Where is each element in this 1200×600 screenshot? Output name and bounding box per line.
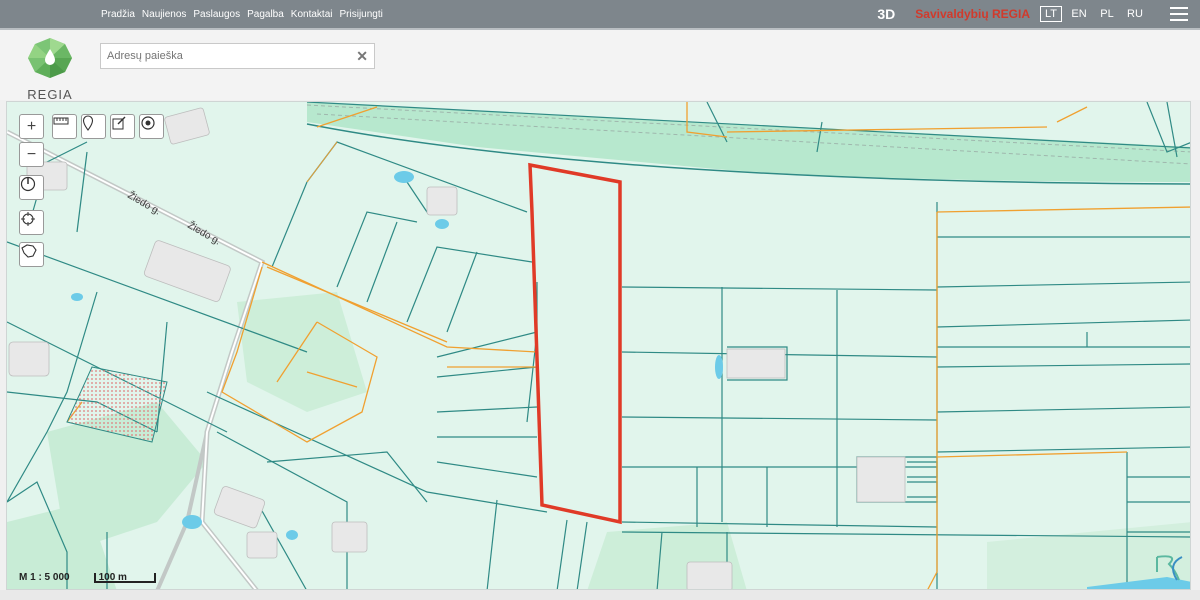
clear-icon[interactable]: ✕ — [356, 48, 368, 65]
selected-parcel-outline[interactable] — [528, 162, 622, 525]
footer — [0, 590, 1200, 600]
lang-en[interactable]: EN — [1068, 7, 1090, 21]
nav-help[interactable]: Pagalba — [247, 9, 284, 20]
lang-ru[interactable]: RU — [1124, 7, 1146, 21]
map-canvas[interactable]: Žiedo g. Žiedo g. — [7, 102, 1191, 590]
3d-button[interactable]: 3D — [877, 6, 895, 22]
logo-text: REGIA — [27, 87, 73, 102]
menu-icon[interactable] — [1170, 7, 1188, 21]
nav-services[interactable]: Paslaugos — [193, 9, 240, 20]
street-label: Žiedo g. — [186, 218, 224, 247]
main-nav: Pradžia Naujienos Paslaugos Pagalba Kont… — [101, 9, 383, 20]
scale-distance: 100 m — [93, 573, 156, 583]
header-right: 3D Savivaldybių REGIA LT EN PL RU — [877, 6, 1188, 22]
nav-contacts[interactable]: Kontaktai — [291, 9, 333, 20]
top-navigation-bar: Pradžia Naujienos Paslaugos Pagalba Kont… — [0, 0, 1200, 30]
nav-login[interactable]: Prisijungti — [340, 9, 383, 20]
scale-ratio: M 1 : 5 000 — [19, 572, 70, 583]
railway-band — [307, 102, 1190, 182]
map-view[interactable]: Žiedo g. Žiedo g. + − M 1 : 5 000 100 m — [6, 101, 1191, 590]
locate-icon[interactable] — [19, 210, 44, 235]
lithuania-outline-icon[interactable] — [19, 242, 44, 267]
address-search: ✕ — [100, 43, 375, 69]
edit-icon[interactable] — [110, 114, 135, 139]
zoom-out-icon[interactable]: − — [19, 142, 44, 167]
logo[interactable]: REGIA — [22, 36, 78, 102]
street-label: Žiedo g. — [126, 188, 164, 217]
regia-logo-icon — [28, 38, 72, 78]
header: REGIA ✕ — [0, 30, 1200, 102]
forest-area — [237, 292, 367, 412]
pin-icon[interactable] — [81, 114, 106, 139]
water-bodies — [71, 171, 1190, 589]
scale-bar: M 1 : 5 000 100 m — [19, 572, 156, 583]
lang-pl[interactable]: PL — [1096, 7, 1118, 21]
target-icon[interactable] — [139, 114, 164, 139]
brand-title: Savivaldybių REGIA — [915, 7, 1030, 21]
nav-home[interactable]: Pradžia — [101, 9, 135, 20]
lang-lt[interactable]: LT — [1040, 6, 1062, 22]
search-input[interactable] — [101, 44, 341, 68]
compass-icon[interactable] — [19, 175, 44, 200]
measure-icon[interactable] — [52, 114, 77, 139]
zoom-in-icon[interactable]: + — [19, 114, 44, 139]
nav-news[interactable]: Naujienos — [142, 9, 186, 20]
